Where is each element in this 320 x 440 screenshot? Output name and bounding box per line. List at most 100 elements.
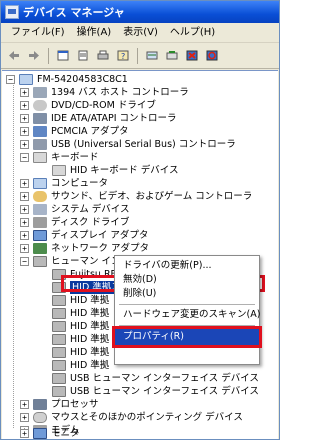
controller-icon (33, 87, 47, 98)
menu-file[interactable]: ファイル(F) (5, 23, 71, 43)
disk-drive-icon (33, 217, 47, 228)
title-bar[interactable]: デバイス マネージャ (1, 1, 279, 23)
expand-icon[interactable]: + (20, 179, 29, 188)
expand-icon[interactable]: + (20, 400, 29, 409)
hid-icon (33, 256, 47, 267)
tree-guide-line (13, 83, 14, 428)
expand-icon[interactable]: + (20, 101, 29, 110)
monitor-icon (33, 428, 47, 439)
menu-view[interactable]: 表示(V) (117, 23, 164, 43)
tree-label: マウスとそのほかのポインティング デバイス (51, 412, 243, 423)
update-driver-icon[interactable] (163, 47, 181, 65)
expand-icon[interactable]: + (20, 429, 29, 438)
collapse-icon[interactable]: − (20, 257, 29, 266)
tree-label: ネットワーク アダプタ (51, 243, 150, 254)
root-label: FM-54204583C8C1 (37, 74, 128, 85)
tree-label: HID 準拠 (70, 360, 110, 371)
properties-icon[interactable] (74, 47, 92, 65)
tree-node-sound[interactable]: + サウンド、ビデオ、およびゲーム コントローラ (20, 190, 252, 203)
back-icon[interactable] (5, 47, 23, 65)
hid-device-icon (52, 334, 66, 345)
view-icon[interactable] (54, 47, 72, 65)
tree-node-hid-compliant[interactable]: HID 準拠 (52, 333, 109, 346)
tree-node-hid-compliant[interactable]: HID 準拠 (52, 346, 109, 359)
mouse-icon (33, 412, 47, 423)
tree-node-keyboard[interactable]: − キーボード (20, 151, 99, 164)
processor-icon (33, 399, 47, 410)
tree-label: HID 準拠 (70, 308, 110, 319)
tree-node-dvd[interactable]: + DVD/CD-ROM ドライブ (20, 99, 156, 112)
tree-label: IDE ATA/ATAPI コントローラ (51, 113, 177, 124)
hid-device-icon (52, 347, 66, 358)
menu-item-uninstall[interactable]: 削除(U) (115, 287, 259, 301)
tree-label: プロセッサ (51, 399, 99, 410)
tree-label: キーボード (51, 152, 99, 163)
tree-node-ide[interactable]: + IDE ATA/ATAPI コントローラ (20, 112, 177, 125)
svg-text:?: ? (121, 52, 125, 61)
tree-label: USB ヒューマン インターフェイス デバイス (70, 386, 259, 397)
tree-node-usb-hid[interactable]: USB ヒューマン インターフェイス デバイス (52, 385, 259, 398)
tree-node-hid-compliant[interactable]: HID 準拠 (52, 307, 109, 320)
hid-device-icon (52, 386, 66, 397)
display-adapter-icon (33, 230, 47, 241)
tree-node-pcmcia[interactable]: + PCMCIA アダプタ (20, 125, 129, 138)
tree-node-monitor[interactable]: + モニタ (20, 427, 80, 440)
expand-icon[interactable]: + (20, 231, 29, 240)
expand-icon[interactable]: + (20, 218, 29, 227)
tree-node-display[interactable]: + ディスプレイ アダプタ (20, 229, 148, 242)
tree-node-disk[interactable]: + ディスク ドライブ (20, 216, 129, 229)
expand-icon[interactable]: + (20, 244, 29, 253)
menu-item-disable[interactable]: 無効(D) (115, 273, 259, 287)
toolbar: ? (1, 43, 279, 69)
tree-node-1394[interactable]: + 1394 バス ホスト コントローラ (20, 86, 189, 99)
menu-item-scan-hardware[interactable]: ハードウェア変更のスキャン(A) (115, 308, 260, 322)
tree-node-usb-hid[interactable]: USB ヒューマン インターフェイス デバイス (52, 372, 259, 385)
collapse-icon[interactable]: − (6, 75, 15, 84)
tree-node-network[interactable]: + ネットワーク アダプタ (20, 242, 149, 255)
tree-node-hid-compliant[interactable]: HID 準拠 (52, 320, 109, 333)
toolbar-separator (137, 47, 138, 64)
menu-bar: ファイル(F) 操作(A) 表示(V) ヘルプ(H) (1, 23, 279, 43)
keyboard-icon (52, 165, 66, 176)
tree-label: USB (Universal Serial Bus) コントローラ (51, 139, 236, 150)
expand-icon[interactable]: + (20, 413, 29, 422)
tree-label: HID 準拠 (70, 334, 110, 345)
help-icon[interactable]: ? (114, 47, 132, 65)
menu-help[interactable]: ヘルプ(H) (164, 23, 221, 43)
tree-label: DVD/CD-ROM ドライブ (51, 100, 156, 111)
tree-node-hid-compliant[interactable]: HID 準拠 (52, 359, 109, 372)
expand-icon[interactable]: + (20, 205, 29, 214)
tree-node-usb[interactable]: + USB (Universal Serial Bus) コントローラ (20, 138, 236, 151)
tree-label: HID 準拠 (70, 321, 110, 332)
tree-label: コンピュータ (51, 178, 109, 189)
computer-icon (33, 178, 47, 189)
disable-icon[interactable] (203, 47, 221, 65)
hid-device-icon (52, 373, 66, 384)
tree-node-mouse[interactable]: + マウスとそのほかのポインティング デバイス (20, 411, 243, 424)
tree-node-computer[interactable]: + コンピュータ (20, 177, 108, 190)
system-device-icon (33, 204, 47, 215)
print-icon[interactable] (94, 47, 112, 65)
tree-node-hid-compliant[interactable]: HID 準拠 (52, 294, 109, 307)
uninstall-icon[interactable] (183, 47, 201, 65)
tree-label: ディスプレイ アダプタ (51, 230, 149, 241)
collapse-icon[interactable]: − (20, 153, 29, 162)
expand-icon[interactable]: + (20, 114, 29, 123)
expand-icon[interactable]: + (20, 192, 29, 201)
tree-label: サウンド、ビデオ、およびゲーム コントローラ (51, 191, 253, 202)
expand-icon[interactable]: + (20, 140, 29, 149)
menu-item-update-driver[interactable]: ドライバの更新(P)... (115, 259, 259, 273)
tree-label: モニタ (51, 428, 80, 439)
forward-icon[interactable] (25, 47, 43, 65)
menu-action[interactable]: 操作(A) (71, 23, 118, 43)
expand-icon[interactable]: + (20, 127, 29, 136)
cd-drive-icon (33, 100, 47, 111)
expand-icon[interactable]: + (20, 88, 29, 97)
tree-node-hid-keyboard[interactable]: HID キーボード デバイス (52, 164, 179, 177)
tree-label: HID キーボード デバイス (70, 165, 179, 176)
scan-icon[interactable] (143, 47, 161, 65)
window-title: デバイス マネージャ (23, 6, 125, 19)
tree-root[interactable]: − FM-54204583C8C1 (6, 73, 128, 86)
tree-node-system[interactable]: + システム デバイス (20, 203, 129, 216)
tree-node-processor[interactable]: + プロセッサ (20, 398, 99, 411)
